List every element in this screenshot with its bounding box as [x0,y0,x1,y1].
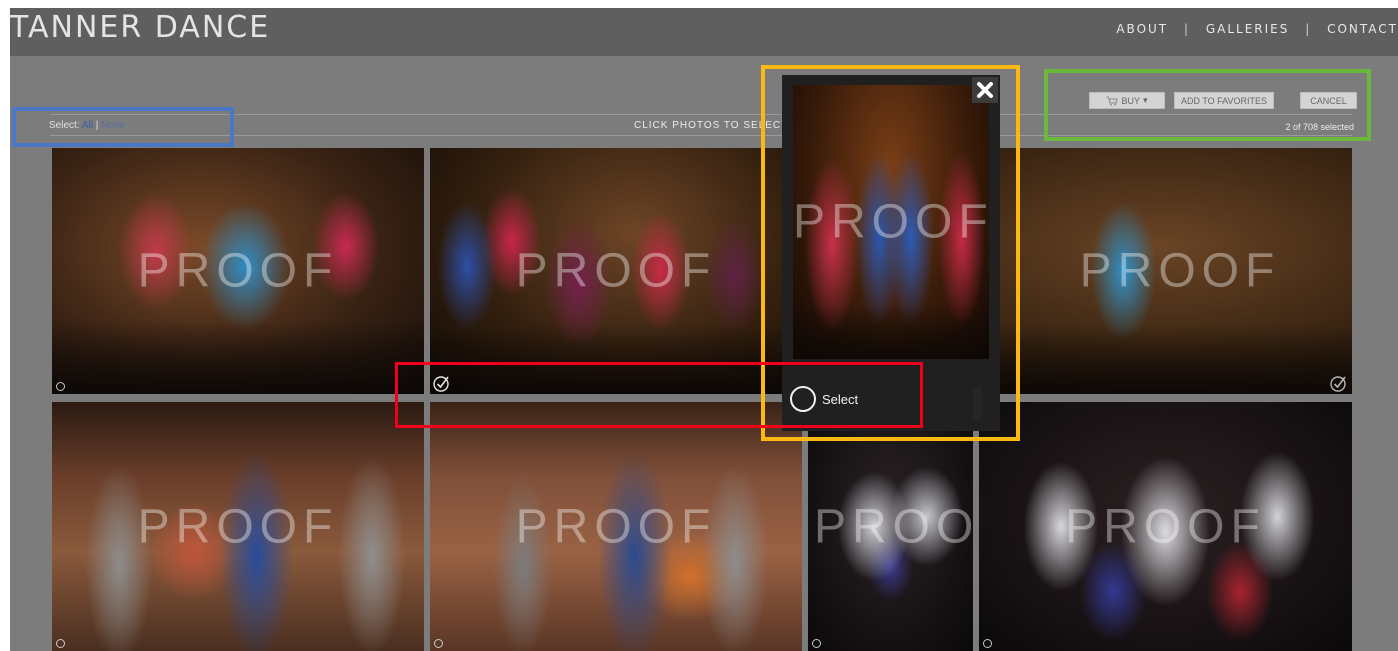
select-circle-icon[interactable] [983,639,992,648]
site-logo[interactable]: TANNER DANCE [10,10,270,45]
nav-separator: | [1183,22,1191,36]
highlight-box-actions [1044,69,1371,141]
nav-galleries[interactable]: GALLERIES [1206,22,1290,36]
photo-thumbnail[interactable]: PROOF [430,402,802,651]
highlight-box-select-control [12,107,234,147]
main-nav: ABOUT | GALLERIES | CONTACT [1116,22,1398,36]
select-circle-icon[interactable] [812,639,821,648]
photo-thumbnail[interactable]: PROOF [979,402,1352,651]
photo-thumbnail[interactable]: PROOF [52,402,424,651]
nav-about[interactable]: ABOUT [1116,22,1168,36]
proof-watermark: PROOF [515,500,717,553]
photo-thumbnail[interactable]: PROOF [430,148,802,394]
select-circle-icon[interactable] [56,382,65,391]
proof-watermark: PROOF [1065,500,1266,553]
nav-separator: | [1305,22,1312,36]
selected-check-icon[interactable] [1330,374,1348,392]
select-circle-icon[interactable] [434,639,443,648]
photo-thumbnail[interactable]: PROOF [52,148,424,394]
highlight-box-select-markers [395,362,923,428]
proof-watermark: PROOF [137,244,339,298]
proof-watermark: PROOF [515,244,717,298]
nav-contact[interactable]: CONTACT [1327,22,1398,36]
proof-watermark: PROOF [137,500,339,553]
proof-watermark: PROOF [814,500,973,553]
site-header: TANNER DANCE ABOUT | GALLERIES | CONTACT [10,8,1398,56]
select-circle-icon[interactable] [56,639,65,648]
